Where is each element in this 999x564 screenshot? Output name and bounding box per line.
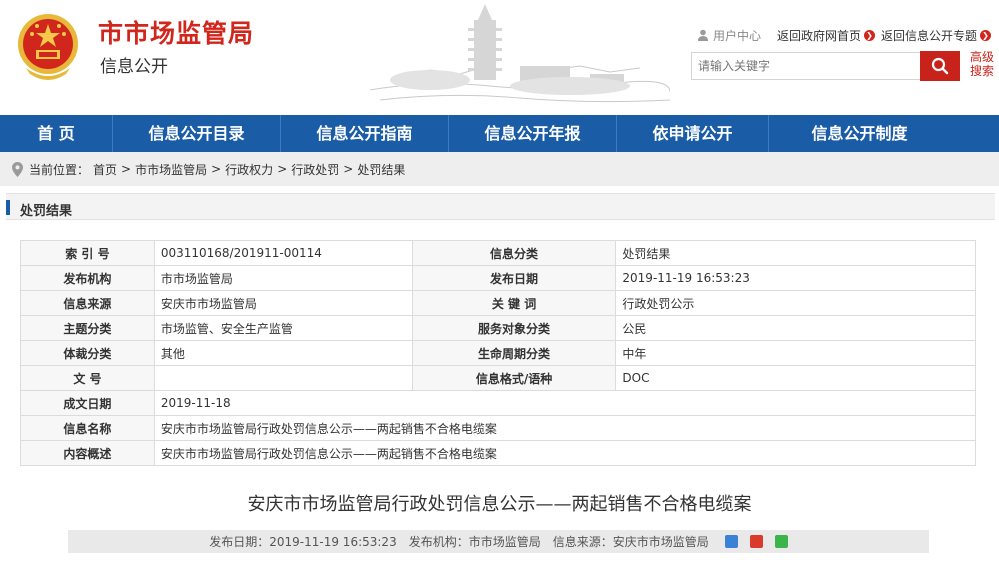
article-info-bar: 发布日期：2019-11-19 16:53:23 发布机构：市市场监管局 信息来… (68, 530, 929, 553)
breadcrumb-admin-penalty[interactable]: 行政处罚 (291, 161, 339, 178)
advanced-search-link[interactable]: 高级搜索 (968, 50, 996, 78)
top-links: 用户中心 返回政府网首页 ❯ 返回信息公开专题 ❯ (697, 27, 991, 43)
breadcrumb-current[interactable]: 处罚结果 (357, 161, 405, 178)
value-index-no: 003110168/201911-00114 (153, 240, 413, 266)
nav-item-annual-report[interactable]: 信息公开年报 (449, 115, 616, 152)
breadcrumb-admin-power[interactable]: 行政权力 (225, 161, 273, 178)
value-audience-category: 公民 (615, 315, 976, 341)
share-weibo-icon[interactable] (749, 535, 763, 548)
label-content-summary: 内容概述 (20, 440, 155, 466)
label-info-name: 信息名称 (20, 415, 155, 441)
value-keywords: 行政处罚公示 (615, 290, 976, 316)
arrow-right-icon: ❯ (863, 29, 875, 41)
table-row: 内容概述 安庆市市场监管局行政处罚信息公示——两起销售不合格电缆案 (20, 440, 977, 466)
article-source: 信息来源：安庆市市场监管局 (552, 535, 709, 549)
table-row: 体裁分类 其他 生命周期分类 中年 (20, 340, 976, 366)
nav-item-apply[interactable]: 依申请公开 (617, 115, 768, 152)
location-pin-icon (12, 161, 23, 177)
search-input[interactable] (691, 52, 921, 80)
arrow-right-icon: ❯ (980, 29, 991, 41)
value-info-category: 处罚结果 (615, 240, 976, 266)
table-row: 发布机构 市市场监管局 发布日期 2019-11-19 16:53:23 (20, 265, 976, 291)
label-audience-category: 服务对象分类 (411, 315, 617, 341)
nav-item-home[interactable]: 首 页 (0, 115, 112, 152)
label-format-language: 信息格式/语种 (411, 365, 617, 391)
table-row: 索 引 号 003110168/201911-00114 信息分类 处罚结果 (20, 240, 976, 266)
table-row: 信息名称 安庆市市场监管局行政处罚信息公示——两起销售不合格电缆案 (20, 415, 977, 441)
search-icon (931, 57, 949, 75)
site-header: 市市场监管局 信息公开 用户中心 返回政府网首页 ❯ 返回信息公开专题 ❯ 请输… (0, 0, 999, 115)
label-keywords: 关 键 词 (411, 290, 617, 316)
section-header: 处罚结果 (6, 193, 995, 220)
value-content-summary: 安庆市市场监管局行政处罚信息公示——两起销售不合格电缆案 (153, 440, 977, 466)
table-row: 文 号 信息格式/语种 DOC (20, 365, 976, 391)
value-publisher: 市市场监管局 (153, 265, 413, 291)
back-to-info-topic-link[interactable]: 返回信息公开专题 ❯ (881, 27, 991, 44)
value-publish-date: 2019-11-19 16:53:23 (615, 265, 976, 291)
user-center-label: 用户中心 (712, 28, 761, 43)
breadcrumb-home[interactable]: 首页 (93, 161, 117, 178)
share-wechat-icon[interactable] (774, 535, 788, 548)
value-info-source: 安庆市市场监管局 (153, 290, 413, 316)
pagoda-landscape-image (370, 4, 670, 103)
table-row: 成文日期 2019-11-18 (20, 390, 977, 416)
label-topic-category: 主题分类 (20, 315, 155, 341)
table-row: 主题分类 市场监管、安全生产监管 服务对象分类 公民 (20, 315, 976, 341)
value-written-date: 2019-11-18 (153, 390, 977, 416)
national-emblem-icon (18, 14, 78, 80)
label-publisher: 发布机构 (20, 265, 155, 291)
value-format-language: DOC (615, 365, 976, 391)
value-genre-category: 其他 (153, 340, 413, 366)
site-subtitle: 信息公开 (100, 57, 168, 77)
article-title: 安庆市市场监管局行政处罚信息公示——两起销售不合格电缆案 (247, 494, 752, 515)
table-row: 信息来源 安庆市市场监管局 关 键 词 行政处罚公示 (20, 290, 976, 316)
value-lifecycle-category: 中年 (615, 340, 976, 366)
section-accent-bar (6, 200, 10, 215)
share-buttons (719, 535, 794, 548)
label-written-date: 成文日期 (20, 390, 155, 416)
label-genre-category: 体裁分类 (20, 340, 155, 366)
share-plus-icon[interactable] (724, 535, 738, 548)
user-icon (697, 29, 708, 41)
value-info-name: 安庆市市场监管局行政处罚信息公示——两起销售不合格电缆案 (153, 415, 977, 441)
site-title: 市市场监管局 (98, 19, 255, 48)
breadcrumb: 当前位置： 首页 > 市市场监管局 > 行政权力 > 行政处罚 > 处罚结果 (0, 152, 999, 186)
label-info-category: 信息分类 (411, 240, 617, 266)
section-title: 处罚结果 (20, 204, 73, 219)
value-topic-category: 市场监管、安全生产监管 (153, 315, 413, 341)
nav-item-catalog[interactable]: 信息公开目录 (113, 115, 280, 152)
nav-item-system[interactable]: 信息公开制度 (769, 115, 950, 152)
value-document-no (153, 365, 413, 391)
label-info-source: 信息来源 (20, 290, 155, 316)
search-button[interactable] (920, 51, 960, 81)
article-publish-date: 发布日期：2019-11-19 16:53:23 (209, 535, 397, 549)
article-publisher: 发布机构：市市场监管局 (408, 535, 541, 549)
metadata-table: 索 引 号 003110168/201911-00114 信息分类 处罚结果 发… (20, 240, 977, 466)
label-index-no: 索 引 号 (20, 240, 155, 266)
label-document-no: 文 号 (20, 365, 155, 391)
breadcrumb-prefix: 当前位置： (29, 162, 90, 177)
label-publish-date: 发布日期 (411, 265, 617, 291)
user-center-link[interactable]: 用户中心 (697, 27, 761, 44)
nav-item-guide[interactable]: 信息公开指南 (281, 115, 448, 152)
label-lifecycle-category: 生命周期分类 (411, 340, 617, 366)
back-to-gov-home-link[interactable]: 返回政府网首页 ❯ (777, 27, 875, 44)
main-nav: 首 页 信息公开目录 信息公开指南 信息公开年报 依申请公开 信息公开制度 (0, 115, 999, 152)
breadcrumb-bureau[interactable]: 市市场监管局 (135, 161, 207, 178)
